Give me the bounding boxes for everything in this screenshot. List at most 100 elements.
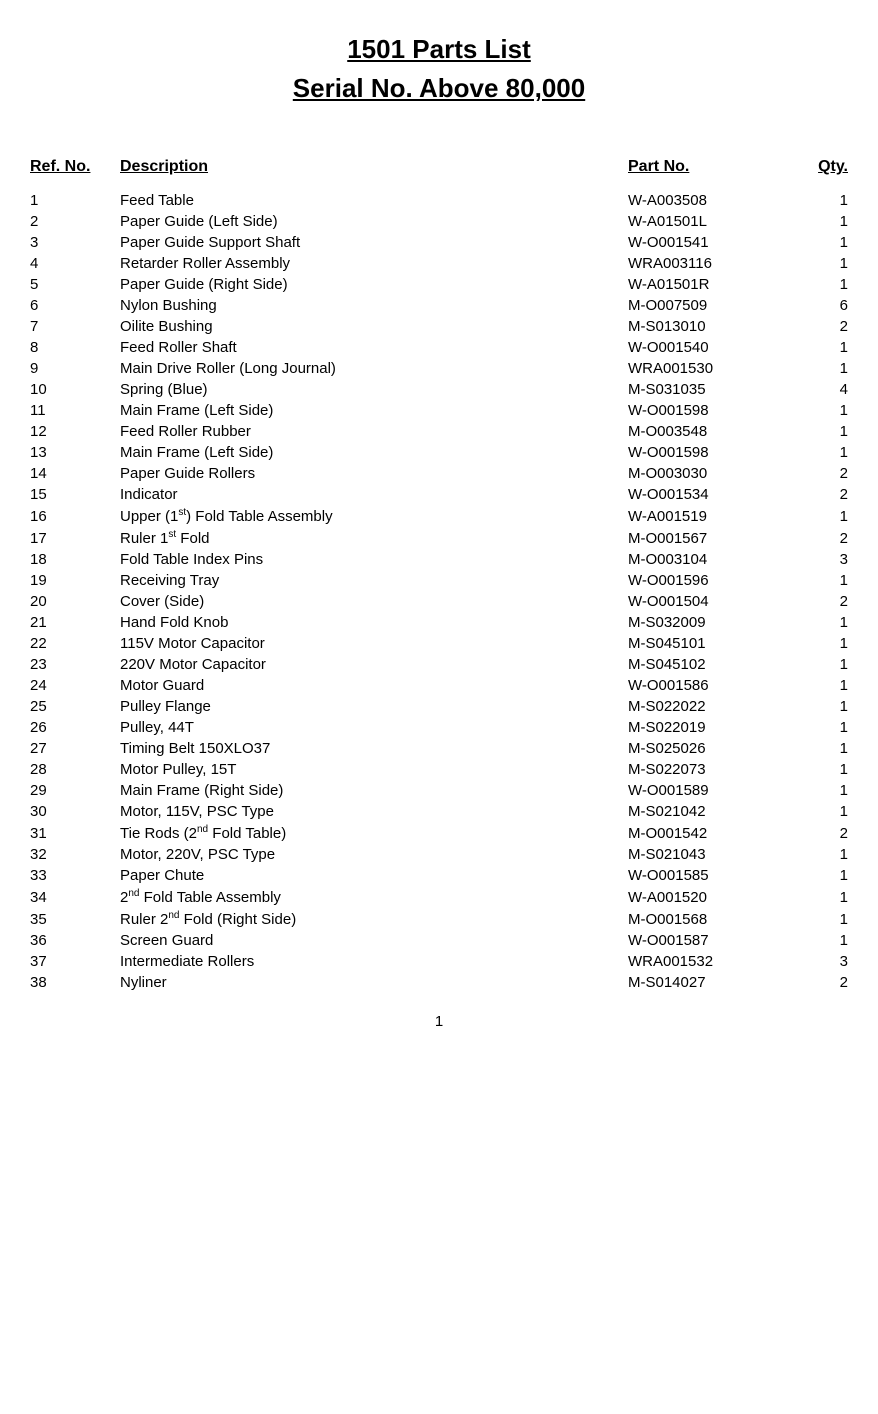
cell-ref: 28 <box>30 761 120 778</box>
cell-qty: 1 <box>788 213 848 230</box>
table-row: 21Hand Fold KnobM-S0320091 <box>30 612 848 633</box>
cell-qty: 1 <box>788 846 848 863</box>
cell-qty: 3 <box>788 953 848 970</box>
cell-ref: 17 <box>30 530 120 547</box>
cell-ref: 4 <box>30 255 120 272</box>
cell-qty: 6 <box>788 297 848 314</box>
cell-desc: Feed Table <box>120 192 628 209</box>
cell-ref: 38 <box>30 974 120 991</box>
cell-ref: 36 <box>30 932 120 949</box>
cell-part: M-S022019 <box>628 719 788 736</box>
cell-ref: 18 <box>30 551 120 568</box>
cell-qty: 2 <box>788 825 848 842</box>
cell-ref: 3 <box>30 234 120 251</box>
cell-desc: Paper Guide (Right Side) <box>120 276 628 293</box>
cell-part: W-A001519 <box>628 508 788 525</box>
cell-part: M-S022073 <box>628 761 788 778</box>
cell-ref: 30 <box>30 803 120 820</box>
cell-part: W-O001540 <box>628 339 788 356</box>
cell-qty: 2 <box>788 974 848 991</box>
cell-part: WRA001530 <box>628 360 788 377</box>
cell-part: WRA001532 <box>628 953 788 970</box>
table-row: 16Upper (1st) Fold Table AssemblyW-A0015… <box>30 505 848 527</box>
cell-ref: 22 <box>30 635 120 652</box>
table-row: 8Feed Roller ShaftW-O0015401 <box>30 337 848 358</box>
table-row: 9Main Drive Roller (Long Journal)WRA0015… <box>30 358 848 379</box>
table-row: 23220V Motor CapacitorM-S0451021 <box>30 654 848 675</box>
cell-qty: 1 <box>788 276 848 293</box>
cell-ref: 16 <box>30 508 120 525</box>
cell-desc: Cover (Side) <box>120 593 628 610</box>
table-row: 29Main Frame (Right Side)W-O0015891 <box>30 780 848 801</box>
cell-desc: 220V Motor Capacitor <box>120 656 628 673</box>
cell-desc: Ruler 1st Fold <box>120 529 628 547</box>
table-row: 31Tie Rods (2nd Fold Table)M-O0015422 <box>30 822 848 844</box>
table-row: 342nd Fold Table AssemblyW-A0015201 <box>30 886 848 908</box>
cell-qty: 1 <box>788 614 848 631</box>
cell-desc: Timing Belt 150XLO37 <box>120 740 628 757</box>
header-desc: Description <box>120 158 628 176</box>
cell-part: W-O001504 <box>628 593 788 610</box>
cell-ref: 7 <box>30 318 120 335</box>
cell-desc: Nylon Bushing <box>120 297 628 314</box>
cell-qty: 4 <box>788 381 848 398</box>
cell-ref: 10 <box>30 381 120 398</box>
cell-qty: 1 <box>788 339 848 356</box>
table-row: 13Main Frame (Left Side)W-O0015981 <box>30 442 848 463</box>
cell-desc: Motor, 115V, PSC Type <box>120 803 628 820</box>
cell-qty: 2 <box>788 465 848 482</box>
cell-part: WRA003116 <box>628 255 788 272</box>
table-row: 36Screen GuardW-O0015871 <box>30 930 848 951</box>
table-row: 37Intermediate RollersWRA0015323 <box>30 951 848 972</box>
table-row: 19Receiving TrayW-O0015961 <box>30 570 848 591</box>
cell-desc: Ruler 2nd Fold (Right Side) <box>120 910 628 928</box>
cell-ref: 27 <box>30 740 120 757</box>
cell-qty: 1 <box>788 635 848 652</box>
table-row: 4Retarder Roller AssemblyWRA0031161 <box>30 253 848 274</box>
cell-qty: 1 <box>788 423 848 440</box>
cell-qty: 1 <box>788 761 848 778</box>
cell-qty: 1 <box>788 234 848 251</box>
table-row: 26Pulley, 44TM-S0220191 <box>30 717 848 738</box>
table-row: 24Motor GuardW-O0015861 <box>30 675 848 696</box>
cell-part: M-S045102 <box>628 656 788 673</box>
cell-desc: Main Frame (Left Side) <box>120 444 628 461</box>
cell-part: M-O007509 <box>628 297 788 314</box>
cell-part: M-S013010 <box>628 318 788 335</box>
cell-ref: 9 <box>30 360 120 377</box>
cell-part: W-O001585 <box>628 867 788 884</box>
table-row: 6Nylon BushingM-O0075096 <box>30 295 848 316</box>
cell-part: W-O001541 <box>628 234 788 251</box>
cell-desc: Feed Roller Rubber <box>120 423 628 440</box>
cell-qty: 1 <box>788 656 848 673</box>
cell-part: W-O001596 <box>628 572 788 589</box>
cell-part: M-S021042 <box>628 803 788 820</box>
table-row: 25Pulley FlangeM-S0220221 <box>30 696 848 717</box>
table-row: 12Feed Roller RubberM-O0035481 <box>30 421 848 442</box>
cell-ref: 26 <box>30 719 120 736</box>
cell-desc: Tie Rods (2nd Fold Table) <box>120 824 628 842</box>
cell-part: M-O003030 <box>628 465 788 482</box>
header-part: Part No. <box>628 158 788 176</box>
cell-desc: Oilite Bushing <box>120 318 628 335</box>
cell-part: M-S021043 <box>628 846 788 863</box>
cell-qty: 1 <box>788 932 848 949</box>
cell-ref: 33 <box>30 867 120 884</box>
cell-part: W-A01501R <box>628 276 788 293</box>
cell-ref: 8 <box>30 339 120 356</box>
table-row: 32Motor, 220V, PSC TypeM-S0210431 <box>30 844 848 865</box>
cell-ref: 14 <box>30 465 120 482</box>
table-row: 5Paper Guide (Right Side)W-A01501R1 <box>30 274 848 295</box>
cell-desc: Main Frame (Left Side) <box>120 402 628 419</box>
cell-desc: Motor, 220V, PSC Type <box>120 846 628 863</box>
table-row: 28Motor Pulley, 15TM-S0220731 <box>30 759 848 780</box>
cell-ref: 37 <box>30 953 120 970</box>
table-row: 1Feed TableW-A0035081 <box>30 190 848 211</box>
cell-desc: 115V Motor Capacitor <box>120 635 628 652</box>
cell-qty: 1 <box>788 782 848 799</box>
cell-qty: 2 <box>788 593 848 610</box>
cell-desc: Spring (Blue) <box>120 381 628 398</box>
cell-ref: 11 <box>30 402 120 419</box>
cell-qty: 3 <box>788 551 848 568</box>
cell-desc: Retarder Roller Assembly <box>120 255 628 272</box>
